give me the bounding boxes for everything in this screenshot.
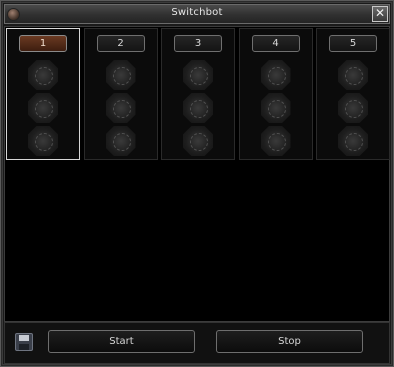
main-panel: 1 2 3 4 5 (4, 26, 390, 322)
close-button[interactable]: ✕ (372, 6, 388, 22)
slot-column-1: 1 (6, 28, 80, 160)
stop-button[interactable]: Stop (216, 330, 363, 353)
save-icon[interactable] (15, 333, 33, 351)
slot-4-item-cell-3[interactable] (260, 126, 291, 156)
slot-5-item-cell-1[interactable] (338, 60, 368, 90)
footer-bar: Start Stop (4, 322, 390, 364)
slot-1-item-cell-2[interactable] (28, 93, 58, 123)
slot-2-item-cell-1[interactable] (105, 60, 136, 90)
slot-4-item-cell-2[interactable] (260, 93, 291, 123)
slot-column-2: 2 (83, 28, 158, 160)
slot-tab-5[interactable]: 5 (329, 35, 377, 52)
slot-tab-4[interactable]: 4 (251, 35, 300, 52)
switchbot-window: Switchbot ✕ 1 2 3 4 5 Start Stop (0, 0, 394, 367)
slot-5-item-cell-2[interactable] (338, 93, 368, 123)
slot-column-5: 5 (316, 28, 390, 160)
slot-5-item-cell-3[interactable] (338, 126, 368, 156)
slot-3-item-cell-1[interactable] (183, 60, 213, 90)
slot-1-item-cell-3[interactable] (28, 126, 58, 156)
slot-4-item-cell-1[interactable] (260, 60, 291, 90)
slot-column-4: 4 (238, 28, 313, 160)
slot-tab-3[interactable]: 3 (174, 35, 222, 52)
slot-1-item-cell-1[interactable] (28, 60, 58, 90)
slot-2-item-cell-2[interactable] (105, 93, 136, 123)
slot-tab-2[interactable]: 2 (96, 35, 145, 52)
slot-3-item-cell-2[interactable] (183, 93, 213, 123)
slot-tab-1[interactable]: 1 (19, 35, 67, 52)
window-title: Switchbot (171, 7, 223, 18)
slot-row: 1 2 3 4 5 (6, 28, 390, 160)
close-icon: ✕ (374, 6, 386, 20)
slot-3-item-cell-3[interactable] (183, 126, 213, 156)
start-button[interactable]: Start (48, 330, 195, 353)
slot-column-3: 3 (161, 28, 235, 160)
slot-2-item-cell-3[interactable] (105, 126, 136, 156)
title-bar[interactable]: Switchbot ✕ (4, 4, 390, 24)
